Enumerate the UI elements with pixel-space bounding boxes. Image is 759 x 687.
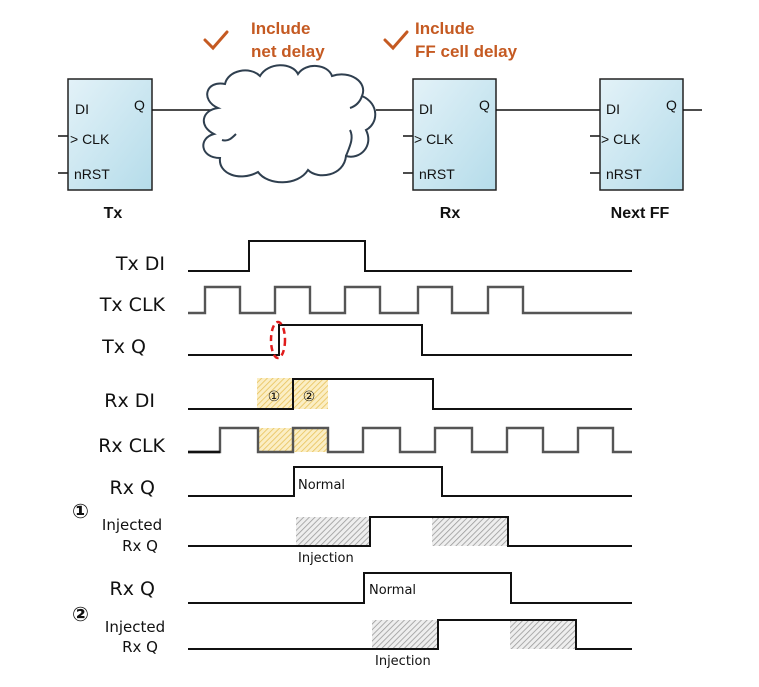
- flipflop-rx: DI Q > CLK nRST Rx: [403, 78, 497, 222]
- ff-name: Next FF: [611, 205, 670, 222]
- note-net-delay: Include net delay: [203, 19, 325, 61]
- injection-region: [510, 620, 576, 649]
- window-marker-2: ②: [303, 389, 316, 405]
- signal-label-injected-1-line2: Rx Q: [122, 537, 158, 555]
- pin-q: Q: [134, 97, 145, 113]
- normal-label-1: Normal: [298, 478, 345, 493]
- waveform-tx-q: [188, 324, 632, 356]
- normal-label-2: Normal: [369, 583, 416, 598]
- window-marker-1: ①: [268, 389, 281, 405]
- pin-clk: > CLK: [70, 131, 110, 147]
- timing-diagram: Include net delay Include FF cell delay …: [58, 19, 702, 669]
- net-cloud-icon: [202, 64, 377, 184]
- note-line2: net delay: [251, 42, 325, 61]
- group-marker-2: ②: [72, 602, 89, 626]
- injection-label-2: Injection: [375, 654, 431, 669]
- ff-name: Tx: [104, 205, 123, 222]
- signal-label-rx-clk: Rx CLK: [98, 435, 165, 457]
- window-1-clk: [258, 428, 293, 452]
- group-marker-1: ①: [72, 499, 89, 523]
- signal-label-injected-1-line1: Injected: [102, 516, 162, 534]
- check-icon: [383, 30, 409, 51]
- flipflop-tx: DI Q > CLK nRST Tx: [58, 78, 153, 222]
- signal-label-rx-di: Rx DI: [104, 390, 155, 412]
- signal-label-tx-di: Tx DI: [115, 253, 165, 275]
- pin-di: DI: [606, 101, 620, 117]
- signal-label-rx-q: Rx Q: [110, 477, 155, 499]
- pin-rst: nRST: [606, 166, 642, 182]
- signal-label-tx-clk: Tx CLK: [99, 294, 166, 316]
- pin-di: DI: [75, 101, 89, 117]
- injection-label-1: Injection: [298, 551, 354, 566]
- note-ff-delay: Include FF cell delay: [383, 19, 518, 61]
- ff-name: Rx: [440, 205, 461, 222]
- waveform-rx-q-1: [188, 466, 632, 497]
- signal-label-injected-2-line2: Rx Q: [122, 638, 158, 656]
- signal-label-tx-q: Tx Q: [101, 336, 146, 358]
- signal-label-injected-2-line1: Injected: [105, 618, 165, 636]
- waveform-tx-clk: [188, 285, 632, 315]
- pin-rst: nRST: [74, 166, 110, 182]
- check-icon: [203, 30, 229, 51]
- injection-region: [432, 517, 508, 546]
- note-line1: Include: [415, 19, 475, 38]
- flipflop-next: DI Q > CLK nRST Next FF: [590, 78, 684, 222]
- note-line1: Include: [251, 19, 311, 38]
- pin-clk: > CLK: [601, 131, 641, 147]
- pin-q: Q: [666, 97, 677, 113]
- injection-region: [296, 517, 370, 546]
- injection-region: [372, 620, 438, 649]
- waveform-tx-di: [188, 240, 632, 272]
- injection-shading: [296, 517, 576, 649]
- window-2-clk: [293, 428, 328, 452]
- waveform-rx-clk: [188, 426, 632, 454]
- pin-q: Q: [479, 97, 490, 113]
- note-line2: FF cell delay: [415, 42, 518, 61]
- pin-clk: > CLK: [414, 131, 454, 147]
- pin-rst: nRST: [419, 166, 455, 182]
- signal-label-rx-q-2: Rx Q: [110, 578, 155, 600]
- waveform-rx-di: [188, 378, 632, 410]
- pin-di: DI: [419, 101, 433, 117]
- waveform-injected-rx-q-1: [188, 516, 632, 547]
